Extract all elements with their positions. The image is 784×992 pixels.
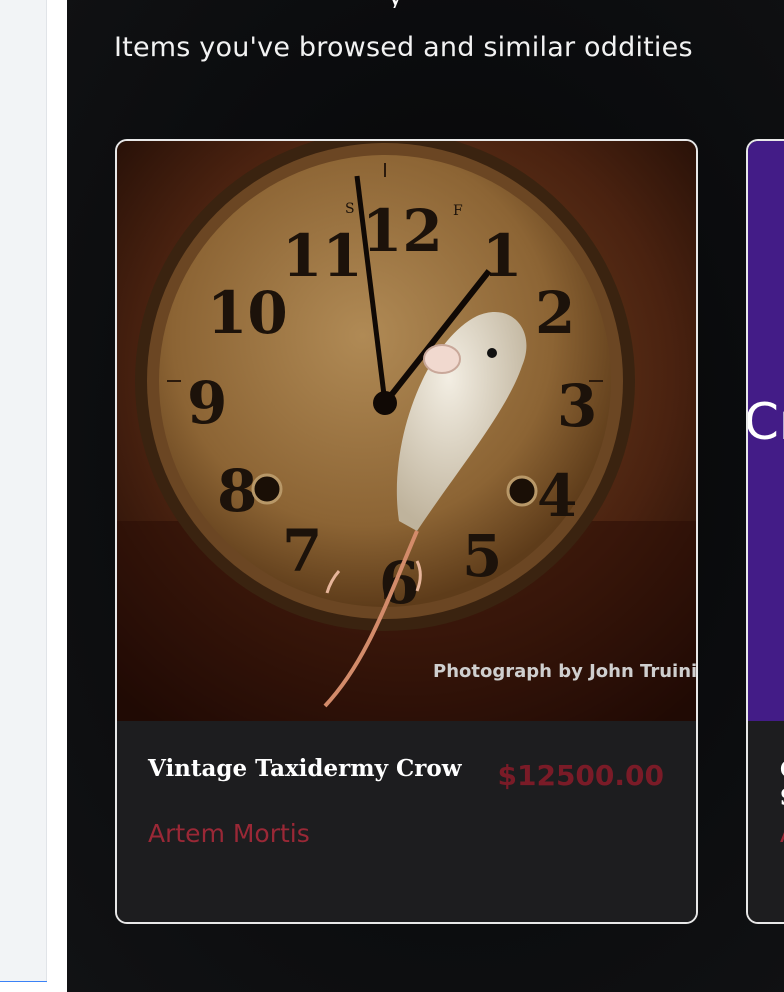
product-name[interactable]: Vintage Taxidermy Crow bbox=[148, 755, 462, 782]
product-seller[interactable]: A bbox=[780, 819, 784, 848]
product-image[interactable]: Cr bbox=[748, 141, 784, 721]
image-credit: Photograph by John Truini bbox=[433, 661, 696, 682]
svg-text:7: 7 bbox=[282, 517, 322, 585]
svg-text:11: 11 bbox=[282, 222, 363, 290]
product-image-text: Cr bbox=[748, 393, 784, 451]
product-name[interactable]: C bbox=[780, 757, 784, 783]
section-subtitle: Items you've browsed and similar odditie… bbox=[114, 32, 693, 63]
product-name-line-2[interactable]: S bbox=[780, 785, 784, 811]
svg-text:8: 8 bbox=[217, 457, 257, 525]
svg-text:F: F bbox=[453, 203, 463, 219]
svg-text:4: 4 bbox=[537, 462, 577, 530]
product-card-body: Vintage Taxidermy Crow $12500.00 Artem M… bbox=[117, 721, 696, 922]
svg-text:12: 12 bbox=[362, 197, 443, 265]
recently-viewed-section: y Items you've browsed and similar oddit… bbox=[67, 0, 784, 992]
svg-text:5: 5 bbox=[462, 522, 502, 590]
product-card[interactable]: 12 1 2 3 4 5 6 7 8 9 10 11 S F Photograp… bbox=[115, 139, 698, 924]
product-price: $12500.00 bbox=[497, 759, 665, 792]
svg-text:1: 1 bbox=[482, 222, 522, 290]
product-image[interactable]: 12 1 2 3 4 5 6 7 8 9 10 11 S F Photograp… bbox=[117, 141, 696, 721]
page: y Items you've browsed and similar oddit… bbox=[0, 0, 784, 992]
section-title-fragment: y bbox=[387, 0, 407, 8]
svg-text:S: S bbox=[345, 201, 355, 217]
svg-text:2: 2 bbox=[535, 279, 575, 347]
product-seller[interactable]: Artem Mortis bbox=[148, 819, 310, 848]
product-card-body: C S A bbox=[748, 721, 784, 922]
svg-text:10: 10 bbox=[207, 279, 288, 347]
svg-text:9: 9 bbox=[187, 369, 227, 437]
sidebar-button[interactable] bbox=[0, 981, 54, 992]
sidebar bbox=[0, 0, 54, 992]
product-card[interactable]: Cr C S A bbox=[746, 139, 784, 924]
svg-text:3: 3 bbox=[557, 372, 597, 440]
sidebar-gutter bbox=[47, 0, 67, 992]
